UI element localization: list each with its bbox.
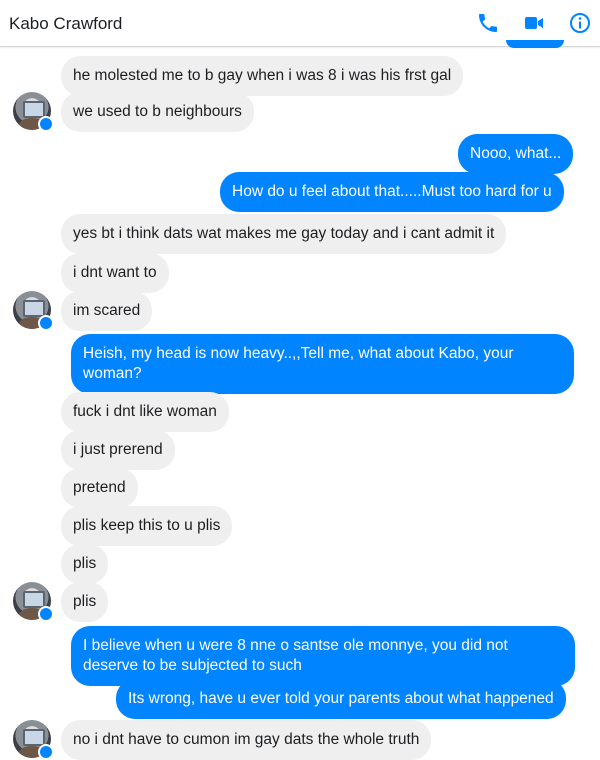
- incoming-message[interactable]: plis: [61, 544, 109, 584]
- incoming-message[interactable]: yes bt i think dats wat makes me gay tod…: [61, 214, 507, 254]
- outgoing-message[interactable]: Nooo, what...: [458, 134, 574, 174]
- outgoing-message[interactable]: Its wrong, have u ever told your parents…: [116, 679, 566, 719]
- incoming-message[interactable]: pretend: [61, 468, 138, 508]
- outgoing-message[interactable]: Heish, my head is now heavy..,,Tell me, …: [71, 334, 574, 394]
- incoming-message[interactable]: im scared: [61, 291, 153, 331]
- outgoing-message[interactable]: How do u feel about that.....Must too ha…: [220, 172, 564, 212]
- incoming-message[interactable]: i just prerend: [61, 430, 175, 470]
- video-camera-icon[interactable]: [522, 11, 546, 35]
- messenger-badge-icon: [38, 606, 54, 622]
- contact-name[interactable]: Kabo Crawford: [9, 14, 122, 34]
- previous-message-edge: [506, 40, 564, 48]
- contact-avatar[interactable]: [13, 720, 54, 760]
- incoming-message[interactable]: he molested me to b gay when i was 8 i w…: [61, 56, 464, 96]
- messenger-badge-icon: [38, 744, 54, 760]
- incoming-message[interactable]: plis keep this to u plis: [61, 506, 233, 546]
- outgoing-message[interactable]: I believe when u were 8 nne o santse ole…: [71, 626, 575, 686]
- info-icon[interactable]: [568, 11, 592, 35]
- incoming-message[interactable]: plis: [61, 582, 109, 622]
- contact-avatar[interactable]: [13, 92, 54, 132]
- contact-avatar[interactable]: [13, 582, 54, 622]
- incoming-message[interactable]: i dnt want to: [61, 253, 169, 293]
- messenger-badge-icon: [38, 116, 54, 132]
- messenger-badge-icon: [38, 315, 54, 331]
- incoming-message[interactable]: we used to b neighbours: [61, 92, 254, 132]
- contact-avatar[interactable]: [13, 291, 54, 331]
- message-thread[interactable]: he molested me to b gay when i was 8 i w…: [0, 48, 600, 760]
- incoming-message[interactable]: no i dnt have to cumon im gay dats the w…: [61, 720, 432, 760]
- phone-icon[interactable]: [476, 11, 500, 35]
- incoming-message[interactable]: fuck i dnt like woman: [61, 392, 229, 432]
